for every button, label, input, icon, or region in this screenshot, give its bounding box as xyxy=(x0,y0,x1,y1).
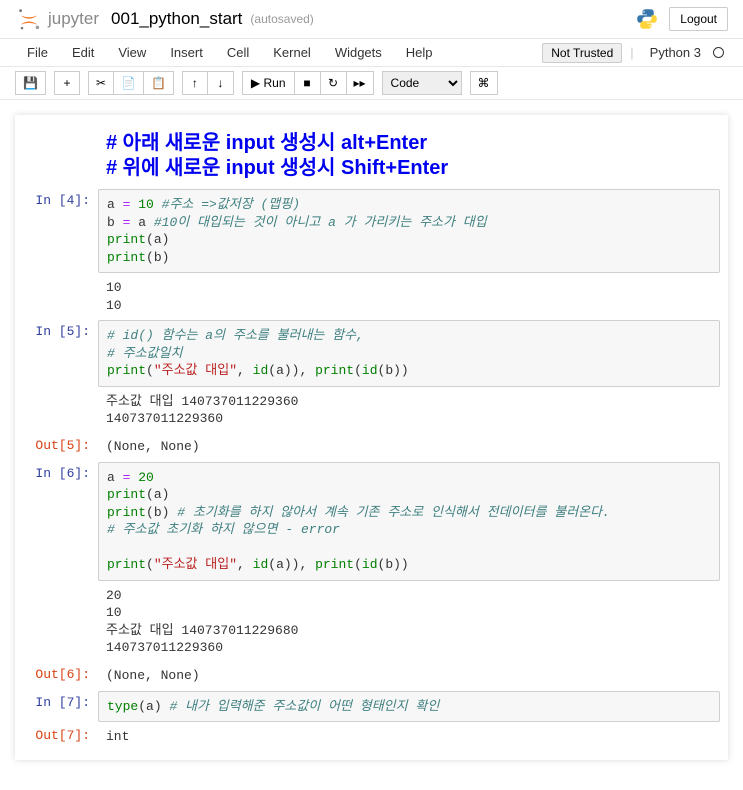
code-input[interactable]: type(a) # 내가 입력해준 주소값이 어떤 형태인지 확인 xyxy=(98,691,720,723)
python-logo-icon xyxy=(635,7,659,31)
input-prompt: In [4]: xyxy=(23,189,98,273)
input-prompt: In [6]: xyxy=(23,462,98,581)
markdown-cell[interactable]: # 아래 새로운 input 생성시 alt+Enter # 위에 새로운 in… xyxy=(23,125,720,187)
move-down-button[interactable]: ↓ xyxy=(208,71,234,95)
command-palette-button[interactable]: ⌘ xyxy=(470,71,498,95)
menu-file[interactable]: File xyxy=(15,39,60,66)
code-cell-5[interactable]: In [5]: # id() 함수는 a의 주소를 불러내는 함수, # 주소값… xyxy=(23,320,720,387)
kernel-name[interactable]: Python 3 xyxy=(650,45,701,60)
not-trusted-button[interactable]: Not Trusted xyxy=(542,43,622,63)
cell-body: type(a) # 내가 입력해준 주소값이 어떤 형태인지 확인 xyxy=(98,691,720,723)
restart-run-all-button[interactable]: ▸▸ xyxy=(347,71,374,95)
menu-right: Not Trusted | Python 3 xyxy=(542,39,728,66)
header-right: Logout xyxy=(635,7,728,31)
menubar: File Edit View Insert Cell Kernel Widget… xyxy=(0,39,743,67)
result: (None, None) xyxy=(98,434,720,460)
menu-kernel[interactable]: Kernel xyxy=(261,39,323,66)
cell-body: a = 20 print(a) print(b) # 초기화를 하지 않아서 계… xyxy=(98,462,720,581)
divider: | xyxy=(630,45,633,60)
paste-button[interactable]: 📋 xyxy=(144,71,174,95)
code-input[interactable]: # id() 함수는 a의 주소를 불러내는 함수, # 주소값일치 print… xyxy=(98,320,720,387)
output-prompt: Out[5]: xyxy=(23,434,98,460)
result-cell-7: Out[7]: int xyxy=(23,724,720,750)
result: (None, None) xyxy=(98,663,720,689)
output-prompt: Out[7]: xyxy=(23,724,98,750)
code-input[interactable]: a = 20 print(a) print(b) # 초기화를 하지 않아서 계… xyxy=(98,462,720,581)
move-up-button[interactable]: ↑ xyxy=(182,71,208,95)
output-prompt: Out[6]: xyxy=(23,663,98,689)
output-cell-5: 주소값 대입 140737011229360 140737011229360 xyxy=(23,389,720,432)
save-button[interactable]: 💾 xyxy=(15,71,46,95)
menu-view[interactable]: View xyxy=(106,39,158,66)
prompt-empty xyxy=(23,275,98,318)
notebook-title[interactable]: 001_python_start xyxy=(111,9,242,29)
cut-button[interactable]: ✂ xyxy=(88,71,114,95)
stop-button[interactable]: ■ xyxy=(295,71,321,95)
logout-button[interactable]: Logout xyxy=(669,7,728,31)
celltype-select[interactable]: Code xyxy=(382,71,462,95)
notebook: # 아래 새로운 input 생성시 alt+Enter # 위에 새로운 in… xyxy=(15,115,728,760)
toolbar: 💾 + ✂ 📄 📋 ↑ ↓ ▶ Run ■ ↻ ▸▸ Code ⌘ xyxy=(0,67,743,100)
notebook-container: # 아래 새로운 input 생성시 alt+Enter # 위에 새로운 in… xyxy=(0,100,743,790)
result-cell-5: Out[5]: (None, None) xyxy=(23,434,720,460)
stdout: 주소값 대입 140737011229360 140737011229360 xyxy=(98,389,720,432)
code-input[interactable]: a = 10 #주소 =>값저장 (맵핑) b = a #10이 대입되는 것이… xyxy=(98,189,720,273)
code-cell-7[interactable]: In [7]: type(a) # 내가 입력해준 주소값이 어떤 형태인지 확… xyxy=(23,691,720,723)
menu-widgets[interactable]: Widgets xyxy=(323,39,394,66)
add-cell-button[interactable]: + xyxy=(54,71,80,95)
md-heading-1: # 아래 새로운 input 생성시 alt+Enter xyxy=(106,131,712,156)
brand-text: jupyter xyxy=(48,9,99,29)
jupyter-logo-icon xyxy=(15,5,43,33)
input-prompt: In [5]: xyxy=(23,320,98,387)
code-cell-4[interactable]: In [4]: a = 10 #주소 =>값저장 (맵핑) b = a #10이… xyxy=(23,189,720,273)
copy-button[interactable]: 📄 xyxy=(114,71,144,95)
prompt-empty xyxy=(23,125,98,187)
cell-body: a = 10 #주소 =>값저장 (맵핑) b = a #10이 대입되는 것이… xyxy=(98,189,720,273)
header: jupyter 001_python_start (autosaved) Log… xyxy=(0,0,743,39)
cell-body: # id() 함수는 a의 주소를 불러내는 함수, # 주소값일치 print… xyxy=(98,320,720,387)
stdout: 10 10 xyxy=(98,275,720,318)
menu-help[interactable]: Help xyxy=(394,39,445,66)
result-cell-6: Out[6]: (None, None) xyxy=(23,663,720,689)
menu-insert[interactable]: Insert xyxy=(158,39,215,66)
kernel-indicator-icon xyxy=(713,47,724,58)
stdout: 20 10 주소값 대입 140737011229680 14073701122… xyxy=(98,583,720,661)
run-button[interactable]: ▶ Run xyxy=(242,71,295,95)
md-heading-2: # 위에 새로운 input 생성시 Shift+Enter xyxy=(106,156,712,181)
menu-edit[interactable]: Edit xyxy=(60,39,106,66)
restart-button[interactable]: ↻ xyxy=(321,71,347,95)
markdown-body: # 아래 새로운 input 생성시 alt+Enter # 위에 새로운 in… xyxy=(98,125,720,187)
code-cell-6[interactable]: In [6]: a = 20 print(a) print(b) # 초기화를 … xyxy=(23,462,720,581)
autosave-status: (autosaved) xyxy=(250,12,313,26)
input-prompt: In [7]: xyxy=(23,691,98,723)
prompt-empty xyxy=(23,583,98,661)
menu-cell[interactable]: Cell xyxy=(215,39,261,66)
output-cell-4: 10 10 xyxy=(23,275,720,318)
output-cell-6: 20 10 주소값 대입 140737011229680 14073701122… xyxy=(23,583,720,661)
prompt-empty xyxy=(23,389,98,432)
result: int xyxy=(98,724,720,750)
